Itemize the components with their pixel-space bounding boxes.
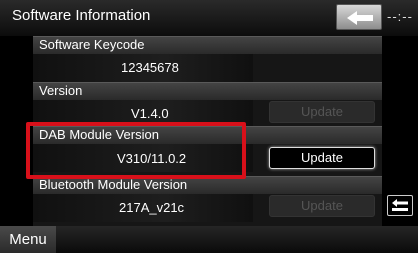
bluetooth-update-button[interactable]: Update <box>269 195 375 217</box>
keycode-value: 12345678 <box>121 60 179 75</box>
return-button[interactable] <box>387 195 413 216</box>
back-button[interactable] <box>336 4 382 30</box>
version-value: V1.4.0 <box>131 106 169 121</box>
highlight-frame <box>26 122 246 179</box>
back-arrow-icon <box>347 11 373 25</box>
title-bar: Software Information --:-- <box>0 0 418 36</box>
menu-button[interactable]: Menu <box>0 226 56 253</box>
page-title: Software Information <box>12 7 151 24</box>
version-label: Version <box>39 83 83 98</box>
bluetooth-module-row: Bluetooth Module Version 217A_v21c Updat… <box>33 176 382 226</box>
bluetooth-module-label: Bluetooth Module Version <box>39 177 188 192</box>
clock: --:-- <box>387 9 413 24</box>
version-update-button[interactable]: Update <box>269 101 375 123</box>
keycode-label: Software Keycode <box>39 37 145 52</box>
bottom-bar: Menu <box>0 226 418 253</box>
keycode-row: Software Keycode 12345678 <box>33 36 382 82</box>
return-icon <box>392 199 408 211</box>
bluetooth-module-value: 217A_v21c <box>119 200 185 215</box>
dab-update-button[interactable]: Update <box>269 147 375 169</box>
